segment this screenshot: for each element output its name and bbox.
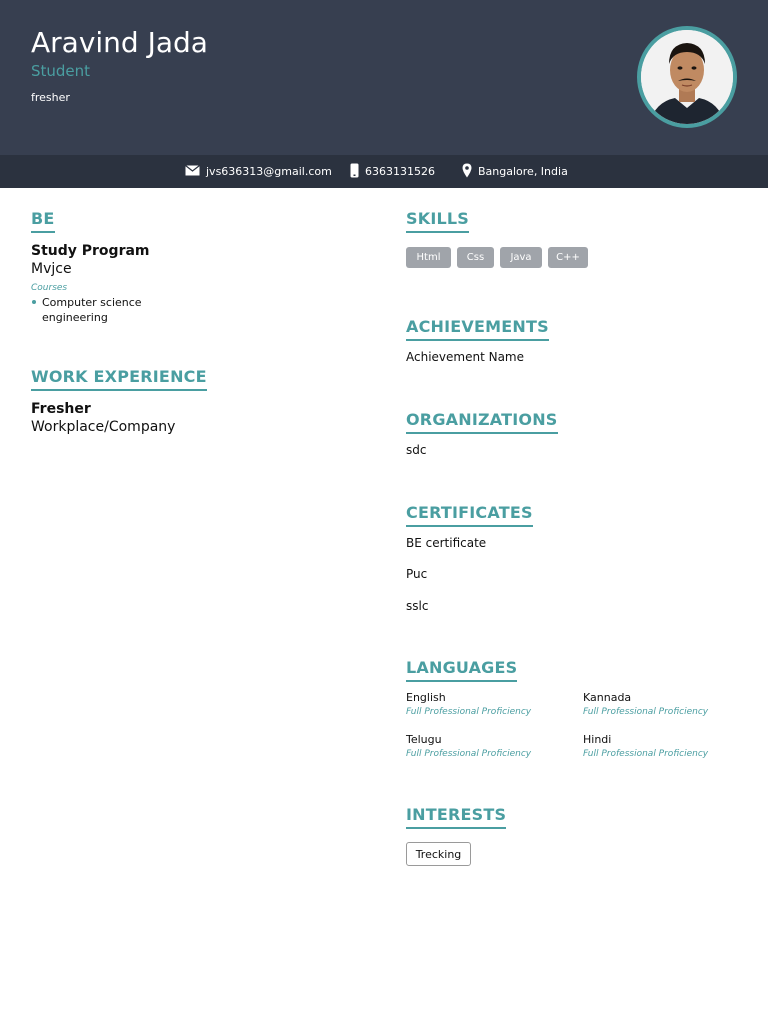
achievement-item: Achievement Name (406, 350, 525, 364)
contact-email[interactable]: jvs636313@gmail.com (185, 155, 332, 188)
location-pin-icon (462, 163, 472, 181)
course-bullet (32, 300, 36, 304)
organizations-title: ORGANIZATIONS (406, 410, 558, 434)
contact-phone-text: 6363131526 (365, 165, 435, 178)
phone-icon (350, 163, 359, 181)
skill-tag: Html (406, 247, 451, 268)
work-position: Fresher (31, 401, 91, 417)
certificate-item: Puc (406, 567, 428, 581)
certificate-item: sslc (406, 599, 429, 613)
contact-location[interactable]: Bangalore, India (462, 155, 568, 188)
skills-title: SKILLS (406, 209, 469, 233)
courses-label: Courses (31, 283, 68, 293)
language-level: Full Professional Proficiency (406, 707, 532, 717)
language-name: Hindi (583, 733, 612, 746)
achievements-title: ACHIEVEMENTS (406, 317, 549, 341)
contact-email-text: jvs636313@gmail.com (206, 165, 332, 178)
education-title: BE (31, 209, 55, 233)
languages-title: LANGUAGES (406, 658, 518, 682)
language-level: Full Professional Proficiency (406, 749, 532, 759)
education-institution: Mvjce (31, 261, 72, 277)
candidate-name: Aravind Jada (31, 26, 208, 59)
skill-tag: C++ (548, 247, 588, 268)
profile-photo (637, 26, 737, 128)
contact-bar: jvs636313@gmail.com 6363131526 Bangalore… (0, 155, 768, 188)
course-item: Computer science engineering (42, 296, 142, 324)
language-name: Kannada (583, 691, 632, 704)
work-company: Workplace/Company (31, 419, 176, 435)
language-name: Telugu (406, 733, 442, 746)
work-experience-title: WORK EXPERIENCE (31, 367, 207, 391)
contact-phone[interactable]: 6363131526 (350, 155, 435, 188)
certificate-item: BE certificate (406, 536, 487, 550)
interest-tag: Trecking (406, 842, 471, 866)
resume-header: Aravind Jada Student fresher (0, 0, 768, 155)
skill-tag: Css (457, 247, 494, 268)
candidate-role: Student (31, 62, 91, 80)
envelope-icon (185, 164, 200, 179)
candidate-summary: fresher (31, 91, 70, 104)
language-level: Full Professional Proficiency (583, 749, 709, 759)
education-program: Study Program (31, 243, 150, 259)
language-name: English (406, 691, 446, 704)
language-level: Full Professional Proficiency (583, 707, 709, 717)
interests-title: INTERESTS (406, 805, 507, 829)
certificates-title: CERTIFICATES (406, 503, 533, 527)
skill-tag: Java (500, 247, 542, 268)
contact-location-text: Bangalore, India (478, 165, 568, 178)
organization-item: sdc (406, 443, 427, 457)
